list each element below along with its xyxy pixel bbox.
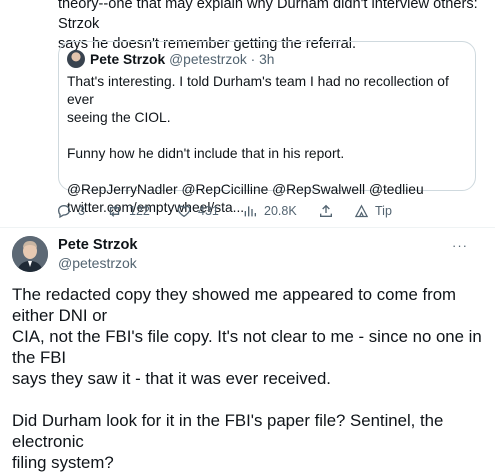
like-button[interactable]: 431 xyxy=(176,198,219,224)
quoted-avatar[interactable] xyxy=(67,50,85,68)
reply-button[interactable]: 3 xyxy=(56,198,85,224)
tip-icon xyxy=(354,204,369,217)
quoted-handle-time[interactable]: @petestrzok · 3h xyxy=(169,52,274,67)
reply-icon xyxy=(57,204,71,219)
quoted-line: seeing the CIOL. xyxy=(67,110,171,125)
share-button[interactable] xyxy=(318,198,340,224)
retweet-count: 122 xyxy=(129,204,150,218)
tip-button[interactable]: Tip xyxy=(354,198,392,224)
tweet-line: says they saw it - that it was ever rece… xyxy=(12,369,331,388)
heart-icon xyxy=(177,205,191,218)
tweet-divider xyxy=(0,227,495,228)
like-count: 431 xyxy=(198,204,219,218)
quoted-mentions[interactable]: @RepJerryNadler @RepCicilline @RepSwalwe… xyxy=(67,181,467,199)
quoted-line: Funny how he didn't include that in his … xyxy=(67,146,345,161)
tip-label: Tip xyxy=(375,204,392,218)
author-handle[interactable]: @petestrzok xyxy=(58,255,137,271)
author-name[interactable]: Pete Strzok xyxy=(58,237,137,253)
tweet-line: filing system? xyxy=(12,453,114,472)
quoted-author-name[interactable]: Pete Strzok xyxy=(90,52,165,67)
views-count: 20.8K xyxy=(264,204,297,218)
views-icon xyxy=(244,206,256,217)
reply-count: 3 xyxy=(78,204,85,218)
previous-tweet-line: theory--one that may explain why Durham … xyxy=(58,0,478,32)
quoted-tweet-card[interactable]: Pete Strzok @petestrzok · 3h That's inte… xyxy=(58,41,476,215)
views-button[interactable]: 20.8K xyxy=(242,198,297,224)
quoted-tweet-body: That's interesting. I told Durham's team… xyxy=(67,73,467,217)
retweet-button[interactable]: 122 xyxy=(106,198,150,224)
tweet-text: The redacted copy they showed me appeare… xyxy=(12,284,482,473)
tweet-line: CIA, not the FBI's file copy. It's not c… xyxy=(12,327,482,367)
retweet-icon xyxy=(109,205,120,217)
share-icon xyxy=(320,204,332,217)
quoted-tweet-header: Pete Strzok @petestrzok · 3h xyxy=(67,50,274,68)
tweet-line: The redacted copy they showed me appeare… xyxy=(12,285,457,325)
more-options-icon[interactable]: ··· xyxy=(452,238,468,253)
tweet-line: Did Durham look for it in the FBI's pape… xyxy=(12,411,444,451)
avatar[interactable] xyxy=(12,236,48,272)
tweet-actions-bar: 3 122 431 20.8K Tip xyxy=(56,198,481,224)
quoted-line: That's interesting. I told Durham's team… xyxy=(67,74,449,107)
